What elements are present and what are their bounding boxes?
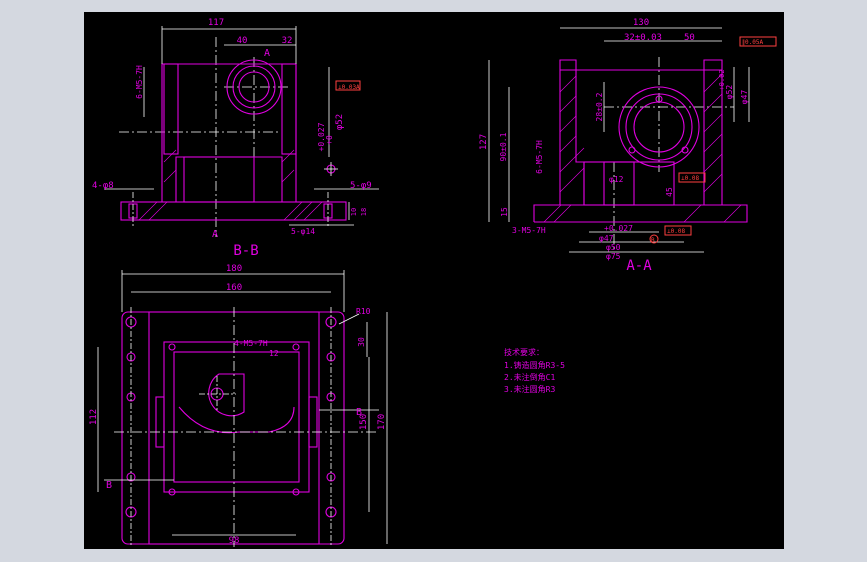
top-dim-112: 112 (89, 409, 99, 425)
aa-dim-15: 15 (500, 207, 509, 217)
aa-dim-50: 50 (684, 33, 695, 43)
aa-datum-b: B (651, 237, 655, 244)
bb-bore-dia: φ52 (335, 114, 345, 130)
aa-flag-mid: ⊥0.08 (681, 175, 699, 182)
aa-flag-bottom: ⊥0.08 (667, 228, 685, 235)
view-top (97, 270, 388, 547)
bb-holes-right: 5-φ9 (350, 181, 372, 191)
aa-thread-bottom: 3-M5-7H (512, 226, 546, 235)
bb-thread-label: 6-M5-7H (135, 65, 144, 99)
aa-dim-127: 127 (479, 134, 489, 150)
aa-dim-d52r: φ52 (725, 85, 734, 100)
aa-dim-130: 130 (633, 18, 649, 28)
bb-holes-bottom: 5-φ14 (291, 227, 315, 236)
aa-dim-d47r: φ47 (740, 90, 749, 105)
bb-dim-18: 18 (360, 208, 368, 216)
bb-bore-tol2: +0 (325, 135, 334, 145)
top-section-b-right: B (356, 407, 362, 418)
aa-dim-d75: φ75 (606, 252, 621, 261)
top-dim-12: 12 (269, 349, 279, 358)
top-dim-30: 30 (357, 337, 366, 347)
aa-thread: 6-M5-7H (535, 140, 544, 174)
cad-drawing: 117 40 32 6-M5-7H +0.027 +0 φ52 4-φ8 5-φ… (89, 18, 777, 547)
aa-dim-d12: φ12 (609, 175, 624, 184)
aa-dim-90: 90±0.1 (499, 132, 508, 161)
aa-dim-32: 32±0.03 (624, 33, 662, 43)
view-bb (104, 26, 379, 237)
bb-section-a-bottom: A (212, 229, 218, 240)
bb-holes-left: 4-φ8 (92, 181, 114, 191)
drawing-canvas: 117 40 32 6-M5-7H +0.027 +0 φ52 4-φ8 5-φ… (84, 12, 784, 549)
bb-section-a-top: A (264, 48, 270, 59)
aa-dim-45: 45 (665, 187, 674, 197)
bb-view-title: B-B (233, 243, 258, 259)
top-dim-170: 170 (377, 414, 387, 430)
notes-title: 技术要求： (504, 347, 544, 357)
bb-dim-40: 40 (237, 36, 248, 46)
top-dim-160: 160 (226, 283, 242, 293)
top-dim-98: 98 (229, 536, 240, 546)
technical-notes: 技术要求： 1.铸造圆角R3-5 2.未注倒角C1 3.未注圆角R3 (504, 347, 565, 394)
notes-item-1: 1.铸造圆角R3-5 (504, 360, 565, 370)
aa-flag-top: ∥0.05A (742, 39, 763, 46)
aa-bore-tol: +0.027 (604, 224, 633, 233)
bb-dim-32: 32 (282, 36, 293, 46)
aa-tol-r: +0.02 (718, 69, 726, 90)
top-dim-180: 180 (226, 264, 242, 274)
bb-dim-117: 117 (208, 18, 224, 28)
top-thread: 4-M5-7H (234, 339, 268, 348)
aa-view-title: A-A (626, 258, 652, 274)
top-r10: R10 (356, 307, 371, 316)
notes-item-3: 3.未注圆角R3 (504, 384, 555, 394)
bb-flag: ⊥0.03A (338, 84, 360, 91)
notes-item-2: 2.未注倒角C1 (504, 372, 555, 382)
aa-dim-28: 28±0.2 (595, 92, 604, 121)
view-aa (488, 27, 777, 253)
bb-dim-10: 10 (350, 208, 358, 216)
aa-dim-d50: φ50 (606, 243, 621, 252)
top-section-b-left: B (106, 480, 112, 491)
aa-dim-d47: φ47 (599, 234, 614, 243)
